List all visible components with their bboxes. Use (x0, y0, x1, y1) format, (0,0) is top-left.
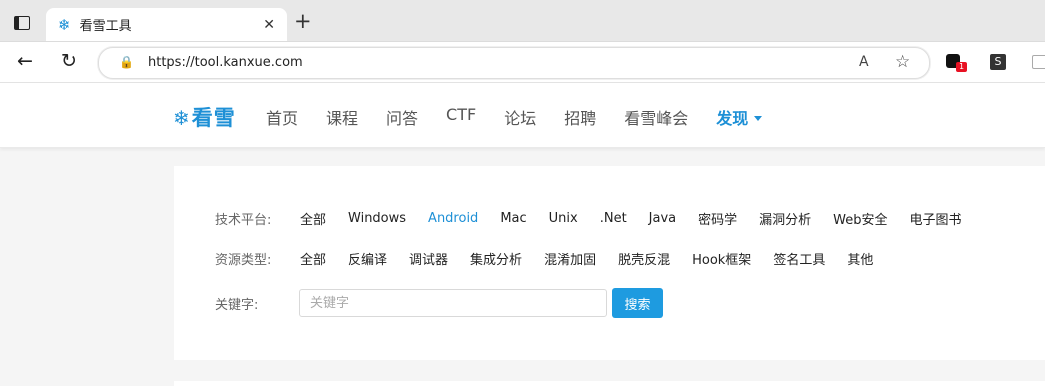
nav-home[interactable]: 首页 (266, 105, 298, 129)
platform-filter-row: 技术平台: 全部 Windows Android Mac Unix .Net J… (215, 209, 984, 228)
platform-option-dotnet[interactable]: .Net (600, 211, 627, 226)
extension-s-icon[interactable]: S (990, 54, 1006, 70)
resource-filter-row: 资源类型: 全部 反编译 调试器 集成分析 混淆加固 脱壳反混 Hook框架 签… (215, 249, 895, 268)
extension-more-icon[interactable] (1032, 55, 1045, 69)
resource-option-integrated[interactable]: 集成分析 (470, 249, 522, 268)
resource-option-obfuscation[interactable]: 混淆加固 (544, 249, 596, 268)
url-text[interactable]: https://tool.kanxue.com (148, 55, 303, 70)
extension-badge: 1 (956, 62, 967, 72)
keyword-input[interactable] (299, 289, 607, 317)
resource-option-other[interactable]: 其他 (847, 249, 873, 268)
caret-down-icon (754, 116, 763, 121)
back-arrow-icon[interactable]: ← (17, 52, 33, 71)
platform-option-unix[interactable]: Unix (549, 211, 578, 226)
favorite-star-icon[interactable]: ☆ (895, 52, 910, 72)
platform-option-vuln[interactable]: 漏洞分析 (759, 209, 811, 228)
nav-forum[interactable]: 论坛 (504, 105, 536, 129)
platform-option-android[interactable]: Android (428, 211, 478, 226)
browser-tab[interactable]: ❄ 看雪工具 ✕ (46, 8, 287, 41)
tab-actions-icon[interactable] (14, 16, 30, 30)
platform-option-crypto[interactable]: 密码学 (698, 209, 737, 228)
platform-option-mac[interactable]: Mac (500, 211, 526, 226)
nav-qa[interactable]: 问答 (386, 105, 418, 129)
extension-icon[interactable]: 1 (946, 54, 967, 72)
new-tab-icon[interactable]: + (294, 11, 312, 32)
resource-option-debugger[interactable]: 调试器 (409, 249, 448, 268)
resource-option-decompiler[interactable]: 反编译 (348, 249, 387, 268)
snowflake-favicon-icon: ❄ (58, 15, 71, 34)
resource-option-unpack[interactable]: 脱壳反混 (618, 249, 670, 268)
close-tab-icon[interactable]: ✕ (263, 17, 275, 33)
site-navbar: ❄看雪 首页 课程 问答 CTF 论坛 招聘 看雪峰会 发现 (0, 83, 1045, 148)
content-panel-top (174, 381, 1045, 386)
search-button[interactable]: 搜索 (612, 288, 663, 318)
nav-discover[interactable]: 发现 (716, 105, 763, 129)
platform-option-websec[interactable]: Web安全 (833, 209, 887, 228)
filter-panel: 技术平台: 全部 Windows Android Mac Unix .Net J… (174, 166, 1045, 360)
address-bar[interactable]: 🔒 https://tool.kanxue.com A ☆ (98, 47, 930, 79)
snowflake-logo-icon: ❄ (173, 106, 191, 130)
read-aloud-icon[interactable]: A (859, 54, 869, 70)
resource-option-all[interactable]: 全部 (300, 249, 326, 268)
nav-summit[interactable]: 看雪峰会 (624, 105, 688, 129)
nav-courses[interactable]: 课程 (326, 105, 358, 129)
resource-option-hook[interactable]: Hook框架 (692, 249, 751, 268)
browser-toolbar: ← ↻ 🔒 https://tool.kanxue.com A ☆ 1 S (0, 42, 1045, 83)
keyword-row: 关键字: 搜索 (215, 288, 663, 318)
logo-text: 看雪 (191, 106, 236, 130)
tab-title: 看雪工具 (79, 19, 132, 34)
browser-tabstrip: ❄ 看雪工具 ✕ + (0, 0, 1045, 42)
platform-option-all[interactable]: 全部 (300, 209, 326, 228)
nav-ctf[interactable]: CTF (446, 105, 476, 129)
platform-label: 技术平台: (215, 213, 272, 228)
refresh-icon[interactable]: ↻ (61, 52, 77, 71)
nav-jobs[interactable]: 招聘 (564, 105, 596, 129)
main-nav: 首页 课程 问答 CTF 论坛 招聘 看雪峰会 发现 (266, 105, 790, 129)
resource-label: 资源类型: (215, 253, 272, 268)
nav-discover-label: 发现 (716, 109, 749, 128)
platform-option-ebooks[interactable]: 电子图书 (910, 209, 962, 228)
site-logo[interactable]: ❄看雪 (173, 102, 236, 132)
platform-option-java[interactable]: Java (649, 211, 676, 226)
platform-option-windows[interactable]: Windows (348, 211, 406, 226)
resource-option-signing[interactable]: 签名工具 (773, 249, 825, 268)
lock-icon[interactable]: 🔒 (119, 55, 134, 69)
keyword-label: 关键字: (215, 297, 259, 313)
